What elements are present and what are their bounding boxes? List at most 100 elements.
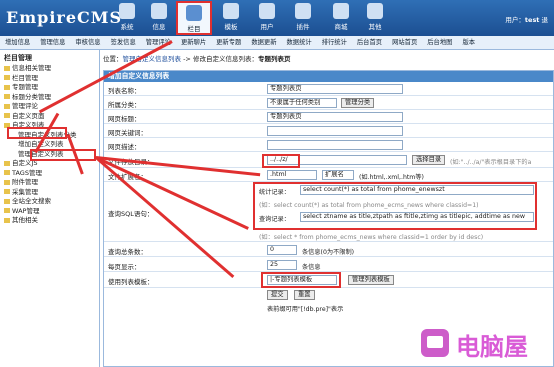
file-ext-select[interactable]: 扩展名 [322, 170, 354, 180]
tab-info[interactable]: 信息 [144, 1, 174, 35]
breadcrumb: 位置：管理自定义信息列表 -> 修改自定义信息列表：专题列表页 [103, 55, 291, 63]
tab-template[interactable]: 模板 [216, 1, 246, 35]
folder-icon [186, 5, 202, 21]
page-title-label: 网页标题： [108, 115, 141, 123]
keywords-input[interactable] [267, 126, 403, 136]
sidebar-item[interactable]: 附件管理 [0, 178, 99, 188]
subnav-update-pieces[interactable]: 更新聊片 [176, 36, 211, 49]
template-label: 使用列表模板： [108, 278, 154, 286]
sidebar-item[interactable]: 全站全文搜索 [0, 197, 99, 207]
panel-title: 增加自定义信息列表 [104, 71, 553, 82]
keywords-label: 网页关键词： [108, 129, 147, 137]
subnav-update-topic[interactable]: 更新专题 [211, 36, 246, 49]
subnav-version[interactable]: 版本 [457, 36, 480, 49]
folder-icon [4, 160, 10, 166]
sidebar: 栏目管理 信息相关管理 栏目管理 专题管理 标题分类管理 管理评论 自定义页面 … [0, 50, 100, 367]
submit-button[interactable]: 提交 [267, 290, 288, 300]
count-sql-input[interactable]: select count(*) as total from phome_enew… [300, 185, 534, 195]
sidebar-item[interactable]: 信息相关管理 [0, 64, 99, 74]
manage-category-button[interactable]: 管理分类 [341, 98, 375, 108]
subnav-review-info[interactable]: 审核信息 [70, 36, 105, 49]
highlight-box [30, 149, 96, 161]
watermark-text: 电脑屋 [456, 333, 528, 361]
folder-icon [4, 75, 10, 80]
folder-icon [4, 94, 10, 99]
perpage-input[interactable]: 25 [267, 260, 297, 270]
info-icon [151, 3, 167, 19]
perpage-hint: 条信息 [302, 264, 321, 271]
count-label: 统计记录： [259, 189, 290, 196]
sidebar-item[interactable]: 自定义页面 [0, 112, 99, 122]
folder-icon [4, 65, 10, 71]
total-hint: 条信息(0为不限制) [302, 249, 355, 256]
query-example: (如：select * from phome_ecms_news where c… [259, 234, 484, 241]
subnav-sign-info[interactable]: 签发信息 [106, 36, 141, 49]
folder-icon [4, 217, 10, 223]
footer-note: 表前缀可用"[!db.pre]"表示 [267, 306, 344, 313]
subnav-add-info[interactable]: 增加信息 [0, 36, 35, 49]
top-bar: EmpireCMS 系统 信息 栏目 模板 用户 插件 商城 其他 用户：tes… [0, 0, 554, 36]
main-content: 位置：管理自定义信息列表 -> 修改自定义信息列表：专题列表页 增加自定义信息列… [103, 54, 554, 367]
manage-template-button[interactable]: 管理列表模板 [348, 275, 394, 285]
sidebar-item[interactable]: 其他相关 [0, 216, 99, 226]
folder-icon [4, 113, 10, 118]
subnav-admin-map[interactable]: 后台地图 [422, 36, 457, 49]
tab-user[interactable]: 用户 [252, 1, 282, 35]
query-label: 查询记录： [259, 216, 290, 223]
file-ext-hint: (如.html,.xml,.htm等) [359, 174, 424, 181]
folder-icon [4, 208, 10, 213]
subnav-admin-home[interactable]: 后台首页 [352, 36, 387, 49]
folder-icon [4, 84, 10, 90]
tab-plugin[interactable]: 插件 [288, 1, 318, 35]
sql-label: 查询SQL语句： [108, 210, 154, 218]
folder-icon [4, 189, 10, 194]
sub-nav: 增加信息 管理信息 审核信息 签发信息 管理评论 更新聊片 更新专题 数据更新 数据统计 排行统计… [0, 36, 554, 50]
sidebar-item[interactable]: WAP管理 [0, 207, 99, 217]
total-label: 查询总条数： [108, 248, 147, 256]
reset-button[interactable]: 重置 [294, 290, 315, 300]
subnav-data-stats[interactable]: 数据统计 [282, 36, 317, 49]
template-icon [223, 3, 239, 19]
tab-column[interactable]: 栏目 [176, 1, 212, 35]
sidebar-item[interactable]: 栏目管理 [0, 74, 99, 84]
logout-link[interactable]: 退 [542, 16, 549, 24]
perpage-label: 每页显示： [108, 263, 141, 271]
total-input[interactable]: 0 [267, 245, 297, 255]
watermark: 电脑屋 [418, 323, 548, 363]
sidebar-item[interactable]: TAGS管理 [0, 169, 99, 179]
subnav-manage-info[interactable]: 管理信息 [35, 36, 70, 49]
list-name-label: 列表名称： [108, 87, 141, 95]
sidebar-item[interactable]: 采集管理 [0, 188, 99, 198]
description-label: 网页描述： [108, 143, 141, 151]
sidebar-title: 栏目管理 [4, 54, 32, 62]
sidebar-item[interactable]: 标题分类管理 [0, 93, 99, 103]
user-info: 用户：test 退 [505, 16, 549, 24]
select-dir-button[interactable]: 选择目录 [412, 155, 446, 165]
folder-icon [4, 198, 10, 204]
description-input[interactable] [267, 140, 403, 150]
file-dir-hint: (如:"../../a/"表示根目录下的a [450, 159, 532, 166]
category-select[interactable]: 不隶属于任何类别 [267, 98, 337, 108]
query-sql-input[interactable]: select ztname as title,ztpath as ftitle,… [300, 212, 534, 222]
folder-icon [4, 170, 10, 175]
list-name-input[interactable]: 专题列表页 [267, 84, 403, 94]
plugin-icon [295, 3, 311, 19]
watermark-logo-icon [421, 329, 449, 357]
category-label: 所属分类： [108, 101, 141, 109]
subnav-data-update[interactable]: 数据更新 [246, 36, 281, 49]
system-icon [119, 3, 135, 19]
page-title-input[interactable]: 专题列表页 [267, 112, 403, 122]
user-icon [259, 3, 275, 19]
file-ext-input[interactable]: .html [267, 170, 317, 180]
highlight-box [7, 127, 67, 139]
gear-icon [367, 3, 383, 19]
count-example: (如：select count(*) as total from phome_e… [259, 202, 479, 209]
subnav-site-home[interactable]: 网站首页 [387, 36, 422, 49]
tab-system[interactable]: 系统 [112, 1, 142, 35]
tab-shop[interactable]: 商城 [326, 1, 356, 35]
logo: EmpireCMS [6, 8, 122, 27]
subnav-rank-stats[interactable]: 排行统计 [317, 36, 352, 49]
shop-icon [333, 3, 349, 19]
tab-other[interactable]: 其他 [360, 1, 390, 35]
user-name[interactable]: test [525, 16, 540, 24]
